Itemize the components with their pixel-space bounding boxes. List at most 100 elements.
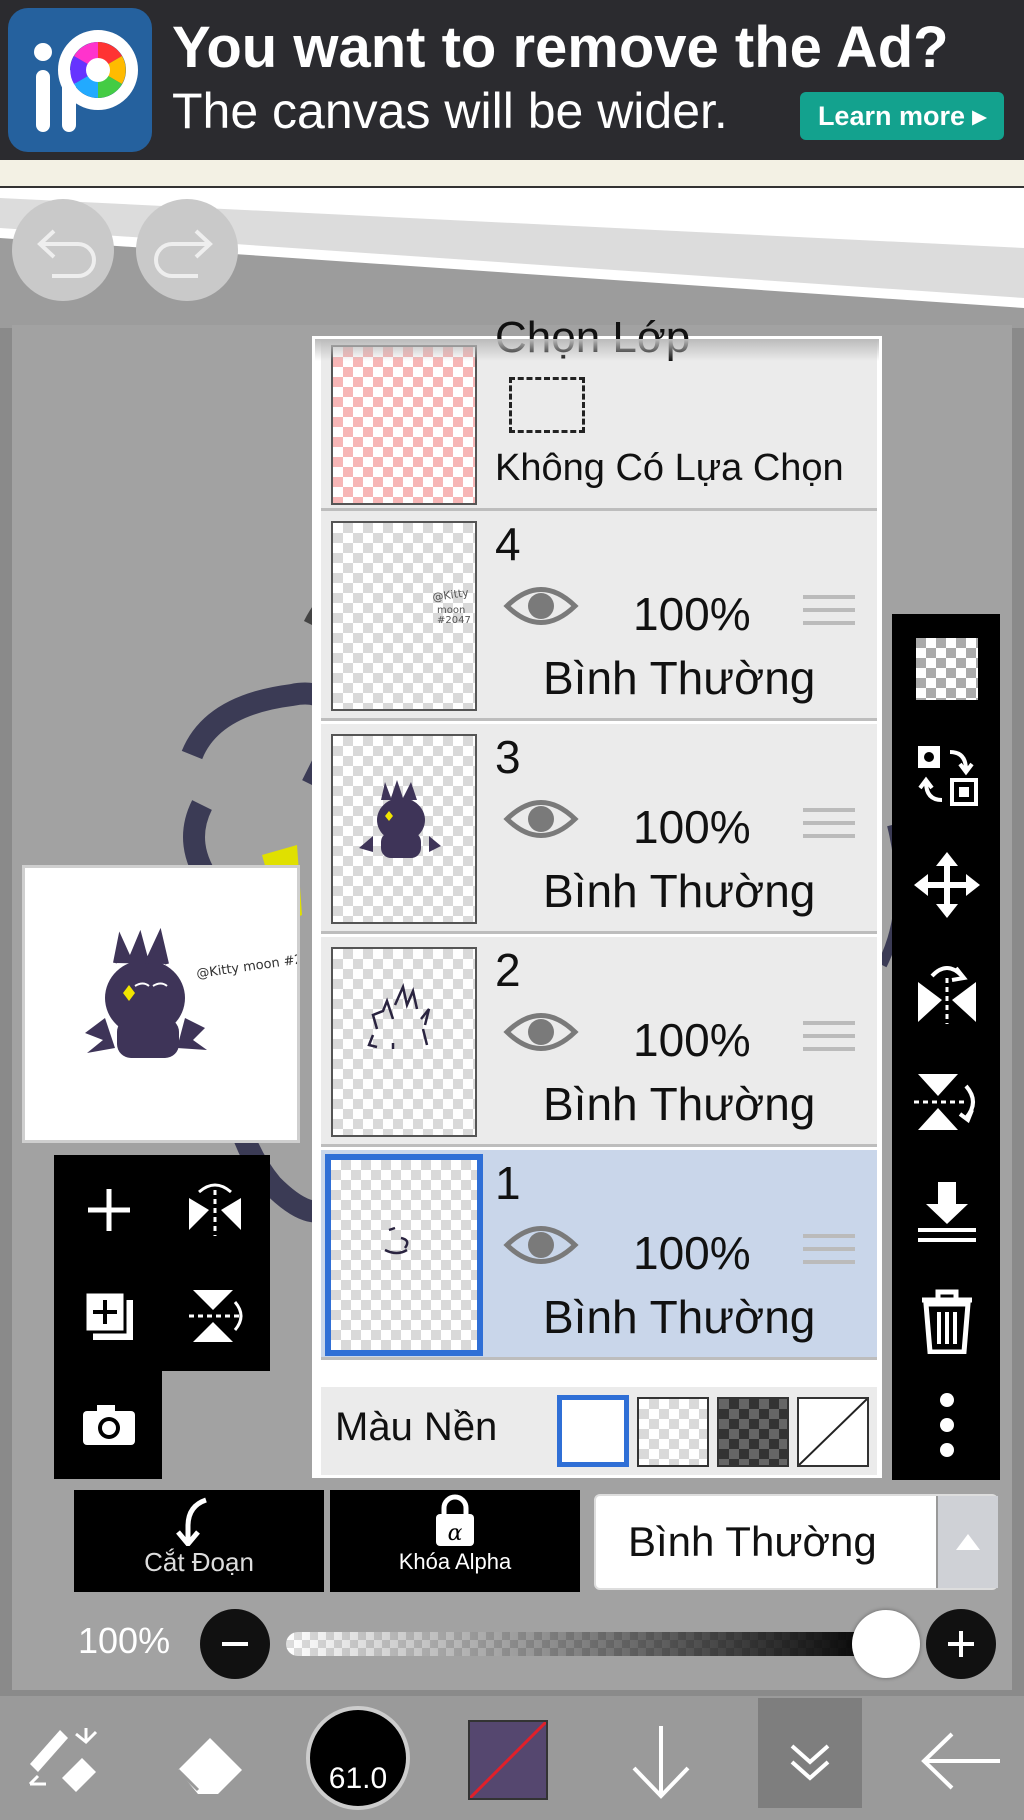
canvas-thumbnail[interactable]: @Kitty moon #2047 xyxy=(22,865,328,1143)
opacity-increase-button[interactable] xyxy=(926,1609,996,1679)
clipping-label: Cắt Đoạn xyxy=(144,1547,254,1577)
ad-banner[interactable]: You want to remove the Ad? The canvas wi… xyxy=(0,0,1024,160)
layer-number: 4 xyxy=(495,518,521,570)
opacity-value: 100% xyxy=(78,1620,171,1661)
layer-thumb xyxy=(331,947,477,1137)
more-options-icon[interactable] xyxy=(932,1390,962,1460)
layer-row[interactable]: @Kitty moon #2047 4 100% Bình Thường xyxy=(321,511,877,721)
arrow-down-icon[interactable] xyxy=(626,1720,696,1804)
flip-layer-horizontal-icon[interactable] xyxy=(914,960,980,1026)
layer-opacity[interactable]: 100% xyxy=(633,587,751,641)
redo-button[interactable] xyxy=(136,199,238,301)
camera-icon xyxy=(83,1405,135,1445)
layer-opacity[interactable]: 100% xyxy=(633,800,751,854)
brush-size-button[interactable]: 61.0 xyxy=(306,1706,410,1810)
alpha-lock-label: Khóa Alpha xyxy=(398,1549,512,1574)
alpha-lock-button[interactable]: α Khóa Alpha xyxy=(330,1490,580,1592)
move-icon[interactable] xyxy=(914,852,980,918)
lock-icon: α xyxy=(436,1494,474,1546)
eye-icon[interactable] xyxy=(503,581,579,631)
layer-blend-mode: Bình Thường xyxy=(543,1078,816,1130)
selection-marquee-icon xyxy=(509,377,585,433)
add-layer-button[interactable] xyxy=(56,1157,162,1263)
blend-mode-select[interactable]: Bình Thường xyxy=(594,1494,998,1590)
duplicate-layer-button[interactable] xyxy=(56,1263,162,1369)
thumbnail-artwork: @Kitty moon #2047 xyxy=(85,927,328,1058)
brush-size-value: 61.0 xyxy=(328,1762,388,1795)
drag-handle-icon[interactable] xyxy=(803,808,855,847)
double-chevron-down-icon[interactable] xyxy=(780,1730,840,1790)
color-swatch-button[interactable] xyxy=(468,1720,548,1800)
svg-text:α: α xyxy=(448,1521,463,1546)
transparent-checker-button[interactable] xyxy=(916,638,978,700)
layer-thumb: @Kitty moon #2047 xyxy=(331,521,477,711)
opacity-slider-thumb[interactable] xyxy=(852,1610,920,1678)
swap-layer-icon[interactable] xyxy=(914,742,980,808)
svg-text:#2047: #2047 xyxy=(437,615,471,626)
flip-vertical-icon xyxy=(189,1290,243,1342)
drag-handle-icon[interactable] xyxy=(803,1234,855,1273)
minus-icon xyxy=(222,1642,248,1646)
background-color-row: Màu Nền xyxy=(321,1387,877,1475)
flip-horizontal-button[interactable] xyxy=(162,1157,268,1263)
layers-panel: Chọn Lớp Không Có Lựa Chọn @Kitty moon #20… xyxy=(312,313,882,1478)
ad-subtitle: The canvas will be wider. xyxy=(172,83,728,139)
bg-transparent-swatch[interactable] xyxy=(637,1397,709,1467)
slash-icon xyxy=(798,1398,868,1466)
merge-down-icon[interactable] xyxy=(914,1178,980,1244)
layer-thumb xyxy=(325,1154,483,1356)
selection-status: Không Có Lựa Chọn xyxy=(495,447,844,489)
eye-icon[interactable] xyxy=(503,794,579,844)
tool-switch-icon[interactable] xyxy=(20,1720,104,1804)
camera-button[interactable] xyxy=(56,1371,162,1477)
background-color-label: Màu Nền xyxy=(335,1405,498,1449)
bg-dark-checker-swatch[interactable] xyxy=(717,1397,789,1467)
layer-number: 1 xyxy=(495,1157,521,1209)
redo-icon xyxy=(154,229,213,278)
opacity-decrease-button[interactable] xyxy=(200,1609,270,1679)
layer-row-selected[interactable]: 1 100% Bình Thường xyxy=(321,1150,877,1360)
trash-icon[interactable] xyxy=(914,1288,980,1354)
plus-icon xyxy=(88,1189,130,1231)
ibispaint-logo xyxy=(8,8,152,152)
layer-blend-mode: Bình Thường xyxy=(543,1291,816,1343)
ad-divider xyxy=(0,160,1024,188)
thumb-caption: @Kitty moon #2047 xyxy=(195,949,297,982)
eye-icon[interactable] xyxy=(503,1220,579,1270)
layer-blend-mode: Bình Thường xyxy=(543,652,816,704)
selection-layer-row[interactable]: Chọn Lớp Không Có Lựa Chọn xyxy=(321,313,877,511)
back-arrow-icon[interactable] xyxy=(918,1726,1004,1796)
flip-horizontal-icon xyxy=(189,1183,241,1236)
bg-none-swatch[interactable] xyxy=(797,1397,869,1467)
blend-dropdown-toggle[interactable] xyxy=(936,1496,998,1588)
ad-title: You want to remove the Ad? xyxy=(172,15,949,80)
duplicate-layer-icon xyxy=(83,1290,133,1340)
layer-blend-mode: Bình Thường xyxy=(543,865,816,917)
layer-number: 3 xyxy=(495,731,521,783)
opacity-slider-track[interactable] xyxy=(286,1632,886,1656)
layer-thumb xyxy=(331,734,477,924)
clipping-icon xyxy=(176,1497,207,1548)
layer-opacity[interactable]: 100% xyxy=(633,1226,751,1280)
layer-actions-column xyxy=(892,614,1000,1480)
plus-icon xyxy=(948,1631,974,1657)
flip-vertical-button[interactable] xyxy=(162,1263,268,1369)
drag-handle-icon[interactable] xyxy=(803,595,855,634)
learn-more-button[interactable]: Learn more ▸ xyxy=(800,92,1004,140)
layer-row[interactable]: 3 100% Bình Thường xyxy=(321,724,877,934)
blend-mode-value: Bình Thường xyxy=(628,1518,877,1565)
layer-opacity[interactable]: 100% xyxy=(633,1013,751,1067)
bg-white-swatch[interactable] xyxy=(557,1395,629,1467)
svg-text:@Kitty: @Kitty xyxy=(432,586,470,604)
triangle-up-icon xyxy=(956,1534,980,1550)
color-swatch-slash xyxy=(468,1720,548,1800)
flip-layer-vertical-icon[interactable] xyxy=(914,1068,980,1134)
eraser-icon[interactable] xyxy=(170,1722,250,1802)
clipping-button[interactable]: Cắt Đoạn xyxy=(74,1490,324,1592)
layer-number: 2 xyxy=(495,944,521,996)
undo-icon xyxy=(37,229,96,278)
eye-icon[interactable] xyxy=(503,1007,579,1057)
drag-handle-icon[interactable] xyxy=(803,1021,855,1060)
layer-row[interactable]: 2 100% Bình Thường xyxy=(321,937,877,1147)
undo-button[interactable] xyxy=(12,199,114,301)
